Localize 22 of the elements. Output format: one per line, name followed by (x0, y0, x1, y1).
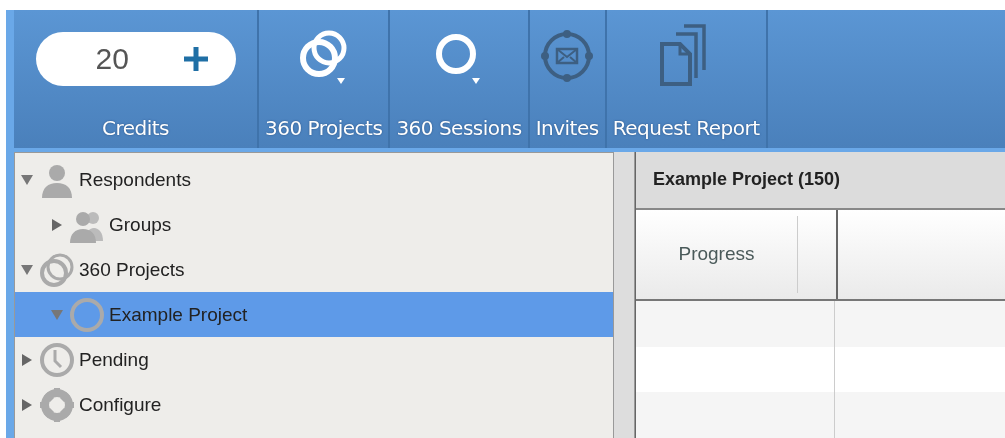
envelope-icon (539, 28, 596, 84)
tree-item[interactable]: Respondents (15, 157, 613, 202)
toolbar-label: Credits (101, 116, 170, 140)
rings-icon (39, 251, 75, 288)
caret-icon (336, 78, 345, 84)
caret-icon (472, 78, 480, 84)
expanded-arrow-icon[interactable] (21, 173, 33, 186)
tree-item[interactable]: Example Project (15, 292, 613, 337)
tree-item[interactable]: Groups (15, 202, 613, 247)
gear-icon (39, 386, 75, 423)
plus-icon[interactable] (181, 45, 210, 73)
collapsed-arrow-icon[interactable] (51, 218, 63, 231)
expanded-arrow-icon[interactable] (21, 263, 33, 276)
ring-icon (69, 296, 105, 333)
tree-item[interactable]: Pending (15, 337, 613, 382)
collapsed-arrow-icon[interactable] (21, 398, 33, 411)
panel-title: Example Project (150) (636, 152, 1005, 210)
collapsed-arrow-icon[interactable] (21, 353, 33, 366)
tree-item[interactable]: Configure (15, 382, 613, 427)
clock-icon (39, 341, 75, 378)
credits-field[interactable]: 20 (35, 32, 236, 86)
tree-item[interactable]: 360 Projects (15, 247, 613, 292)
